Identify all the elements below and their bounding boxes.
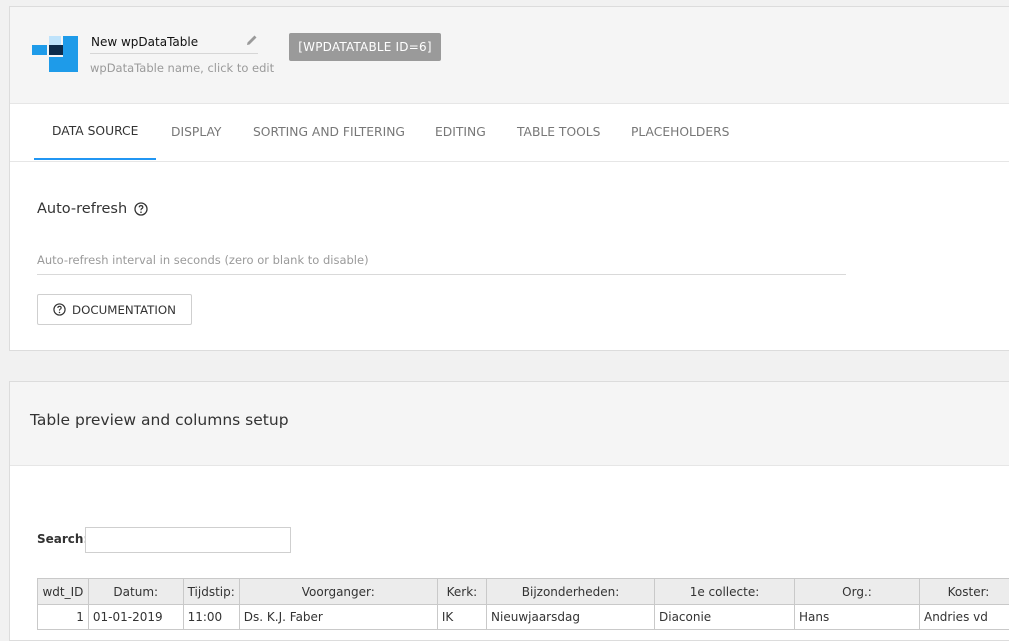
wpdatatables-logo — [30, 32, 80, 72]
tab-editing[interactable]: EDITING — [435, 103, 486, 160]
table-cell: Nieuwjaarsdag — [487, 605, 655, 630]
table-cell: Andries vd — [919, 605, 1009, 630]
documentation-button-label: DOCUMENTATION — [72, 303, 176, 317]
column-header[interactable]: Datum: — [88, 579, 183, 605]
column-header[interactable]: Voorganger: — [239, 579, 437, 605]
search-label: Search: — [37, 532, 88, 546]
question-circle-icon — [53, 303, 66, 316]
table-name-hint: wpDataTable name, click to edit — [90, 61, 274, 75]
tab-label: PLACEHOLDERS — [631, 125, 729, 139]
table-cell: 01-01-2019 — [88, 605, 183, 630]
table-row: 1 01-01-2019 11:00 Ds. K.J. Faber IK Nie… — [38, 605, 1009, 630]
auto-refresh-heading: Auto-refresh — [37, 201, 148, 217]
tab-table-tools[interactable]: TABLE TOOLS — [517, 103, 600, 160]
table-cell: 11:00 — [183, 605, 239, 630]
tab-label: EDITING — [435, 125, 486, 139]
table-cell: Diaconie — [655, 605, 795, 630]
column-header[interactable]: Org.: — [794, 579, 919, 605]
table-cell: IK — [437, 605, 486, 630]
tab-label: DATA SOURCE — [52, 124, 138, 138]
shortcode-button[interactable]: [WPDATATABLE ID=6] — [289, 33, 441, 61]
settings-tabs: DATA SOURCE DISPLAY SORTING AND FILTERIN… — [10, 103, 1009, 162]
tab-label: DISPLAY — [171, 125, 221, 139]
documentation-button[interactable]: DOCUMENTATION — [37, 294, 192, 325]
search-input[interactable] — [85, 527, 291, 553]
auto-refresh-title: Auto-refresh — [37, 201, 127, 217]
column-header[interactable]: Koster: — [919, 579, 1009, 605]
table-header-bar: New wpDataTable wpDataTable name, click … — [10, 7, 1009, 104]
preview-table: wdt_ID Datum: Tijdstip: Voorganger: Kerk… — [37, 578, 1009, 630]
tab-sorting-and-filtering[interactable]: SORTING AND FILTERING — [253, 103, 405, 160]
tab-label: TABLE TOOLS — [517, 125, 600, 139]
table-name-field[interactable]: New wpDataTable — [90, 31, 258, 54]
column-header[interactable]: wdt_ID — [38, 579, 89, 605]
table-cell: Hans — [794, 605, 919, 630]
table-header-row: wdt_ID Datum: Tijdstip: Voorganger: Kerk… — [38, 579, 1009, 605]
table-cell: 1 — [38, 605, 89, 630]
column-header[interactable]: Bijzonderheden: — [487, 579, 655, 605]
table-name[interactable]: New wpDataTable — [91, 35, 198, 49]
auto-refresh-interval-input[interactable] — [37, 245, 846, 275]
table-preview-card: Table preview and columns setup Search: … — [9, 381, 1009, 641]
pencil-icon[interactable] — [246, 34, 258, 46]
tab-placeholders[interactable]: PLACEHOLDERS — [631, 103, 729, 160]
table-preview-title: Table preview and columns setup — [30, 411, 289, 429]
column-header[interactable]: Kerk: — [437, 579, 486, 605]
column-header[interactable]: Tijdstip: — [183, 579, 239, 605]
question-circle-icon[interactable] — [134, 202, 148, 216]
column-header[interactable]: 1e collecte: — [655, 579, 795, 605]
tab-display[interactable]: DISPLAY — [171, 103, 221, 160]
data-source-card: New wpDataTable wpDataTable name, click … — [9, 6, 1009, 351]
table-preview-header: Table preview and columns setup — [10, 382, 1009, 466]
tab-label: SORTING AND FILTERING — [253, 125, 405, 139]
tab-data-source[interactable]: DATA SOURCE — [34, 103, 156, 160]
table-cell: Ds. K.J. Faber — [239, 605, 437, 630]
